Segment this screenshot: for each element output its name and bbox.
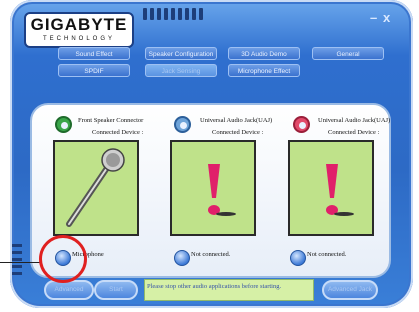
advanced-button[interactable]: Advanced (44, 280, 94, 300)
status-message: Please stop other audio applications bef… (144, 279, 314, 301)
start-button[interactable]: Start (94, 280, 138, 300)
tab-general[interactable]: General (312, 47, 384, 60)
jack-front-icon (55, 116, 72, 133)
decorative-ticks (143, 8, 205, 22)
microphone-icon (66, 148, 125, 227)
jack3-device-box (288, 140, 374, 236)
jack3-status: Not connected. (307, 251, 347, 258)
highlight-ring (39, 235, 87, 283)
tab-jack-sensing[interactable]: Jack Sensing (145, 64, 217, 77)
jack2-device-box (170, 140, 256, 236)
jack3-label: Universal Audio Jack(UAJ) (318, 117, 391, 124)
jack1-label: Front Speaker Connector (78, 117, 144, 124)
tab-3d-audio-demo[interactable]: 3D Audio Demo (228, 47, 300, 60)
tab-speaker-configuration[interactable]: Speaker Configuration (145, 47, 217, 60)
logo-main: GIGABYTE (30, 15, 128, 34)
jack2-connected-label: Connected Device : (212, 129, 264, 136)
tab-spdif[interactable]: SPDIF (58, 64, 130, 77)
jack3-status-button[interactable] (290, 250, 306, 266)
close-button[interactable]: x (383, 10, 390, 25)
tab-microphone-effect[interactable]: Microphone Effect (228, 64, 300, 77)
jack2-status: Not connected. (191, 251, 231, 258)
callout-leader-line (0, 262, 40, 263)
jack-uaj2-icon (293, 116, 310, 133)
gigabyte-logo: GIGABYTE TECHNOLOGY (24, 12, 134, 48)
jack1-connected-label: Connected Device : (92, 129, 144, 136)
tab-sound-effect[interactable]: Sound Effect (58, 47, 130, 60)
jack2-label: Universal Audio Jack(UAJ) (200, 117, 273, 124)
jack3-connected-label: Connected Device : (328, 129, 380, 136)
jack2-status-button[interactable] (174, 250, 190, 266)
jack-uaj1-icon (174, 116, 191, 133)
minimize-button[interactable]: – (370, 10, 377, 25)
advanced-jack-button[interactable]: Advanced Jack (322, 280, 378, 300)
jack1-device-box (53, 140, 139, 236)
exclamation-icon (326, 164, 354, 216)
logo-sub: TECHNOLOGY (42, 36, 115, 42)
side-grip (12, 240, 22, 286)
exclamation-icon (208, 164, 236, 216)
